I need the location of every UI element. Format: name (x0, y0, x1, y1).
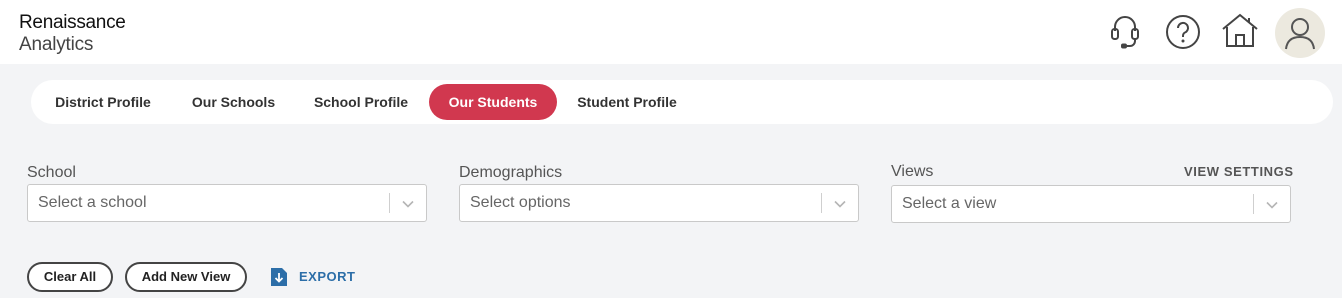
logo-product-line: Analytics (19, 34, 94, 55)
school-select[interactable]: Select a school (27, 184, 427, 222)
view-settings-link[interactable]: VIEW SETTINGS (1184, 164, 1294, 179)
tab-district-profile[interactable]: District Profile (40, 84, 166, 120)
download-document-icon (271, 268, 287, 286)
home-icon[interactable] (1221, 12, 1259, 48)
tab-school-profile[interactable]: School Profile (297, 84, 425, 120)
select-divider (1253, 194, 1254, 214)
user-icon (1285, 18, 1315, 50)
main-tab-bar: District Profile Our Schools School Prof… (31, 80, 1333, 124)
help-icon[interactable] (1165, 14, 1201, 50)
chevron-down-icon[interactable] (833, 197, 847, 211)
select-divider (389, 193, 390, 213)
views-select[interactable]: Select a view (891, 185, 1291, 223)
renaissance-analytics-logo[interactable]: Renaissance Analytics (19, 13, 126, 54)
demographics-select-placeholder: Select options (470, 194, 571, 211)
chevron-down-icon[interactable] (401, 197, 415, 211)
demographics-select[interactable]: Select options (459, 184, 859, 222)
add-new-view-button[interactable]: Add New View (125, 262, 247, 292)
clear-all-button[interactable]: Clear All (27, 262, 113, 292)
logo-brand-line: Renaissance (19, 12, 126, 33)
tab-our-schools[interactable]: Our Schools (177, 84, 290, 120)
views-filter-label: Views (891, 163, 934, 180)
views-select-placeholder: Select a view (902, 195, 997, 212)
chevron-down-icon[interactable] (1265, 198, 1279, 212)
app-header: Renaissance Analytics (0, 0, 1342, 64)
select-divider (821, 193, 822, 213)
headset-icon[interactable] (1108, 14, 1142, 50)
tab-our-students[interactable]: Our Students (429, 84, 557, 120)
export-label: EXPORT (299, 269, 356, 284)
demographics-filter-label: Demographics (459, 164, 563, 181)
school-filter-label: School (27, 164, 76, 181)
school-select-placeholder: Select a school (38, 194, 147, 211)
user-avatar[interactable] (1275, 8, 1325, 58)
tab-student-profile[interactable]: Student Profile (563, 84, 691, 120)
